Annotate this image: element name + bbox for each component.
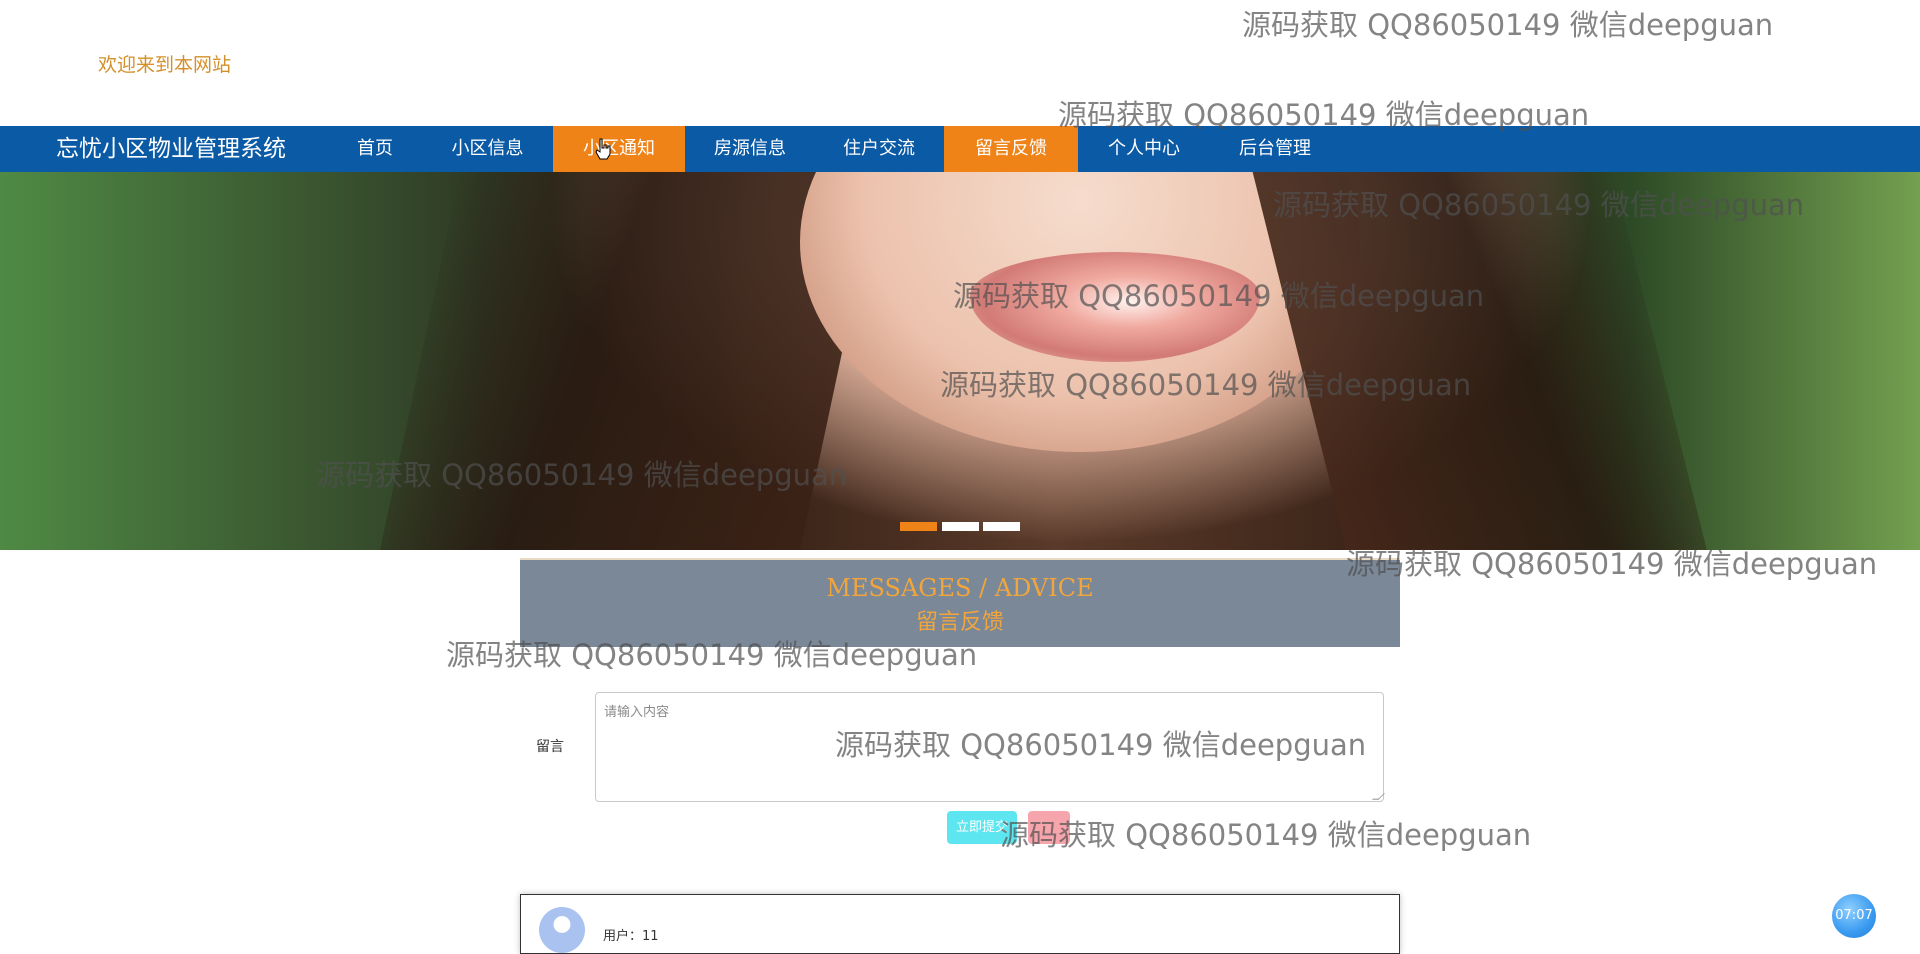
watermark-text: 源码获取 QQ86050149 微信deepguan (1242, 8, 1774, 42)
nav-resident-exchange[interactable]: 住户交流 (815, 126, 943, 172)
watermark-text: 源码获取 QQ86050149 微信deepguan (1000, 818, 1532, 852)
nav-feedback[interactable]: 留言反馈 (944, 126, 1078, 172)
hero-image-hair-right (1242, 172, 1718, 550)
nav-community-info[interactable]: 小区信息 (430, 126, 545, 172)
time-badge[interactable]: 07:07 (1832, 894, 1876, 938)
section-header: MESSAGES / ADVICE 留言反馈 (520, 558, 1400, 647)
nav-home[interactable]: 首页 (330, 126, 420, 172)
avatar (539, 907, 585, 953)
site-brand[interactable]: 忘忧小区物业管理系统 (56, 126, 286, 172)
welcome-text: 欢迎来到本网站 (98, 54, 232, 76)
carousel-dot-1[interactable] (900, 522, 937, 531)
hand-cursor-icon (595, 138, 611, 160)
reset-button[interactable] (1028, 811, 1070, 844)
comment-user: 用户：11 (603, 929, 659, 944)
hero-carousel[interactable] (0, 172, 1920, 550)
message-input[interactable] (595, 692, 1384, 802)
nav-housing-info[interactable]: 房源信息 (686, 126, 814, 172)
nav-admin[interactable]: 后台管理 (1210, 126, 1340, 172)
section-title-cn: 留言反馈 (915, 610, 1004, 635)
nav-community-notice[interactable]: 小区通知 (553, 126, 685, 172)
carousel-dot-3[interactable] (983, 522, 1020, 531)
comment-card: 用户：11 (520, 894, 1400, 954)
message-label: 留言 (536, 739, 564, 755)
main-navbar: 忘忧小区物业管理系统 首页 小区信息 小区通知 房源信息 住户交流 留言反馈 个… (0, 126, 1920, 172)
submit-button[interactable]: 立即提交 (947, 811, 1017, 844)
nav-personal-center[interactable]: 个人中心 (1081, 126, 1207, 172)
carousel-dot-2[interactable] (942, 522, 979, 531)
section-title-en: MESSAGES / ADVICE (826, 574, 1094, 602)
